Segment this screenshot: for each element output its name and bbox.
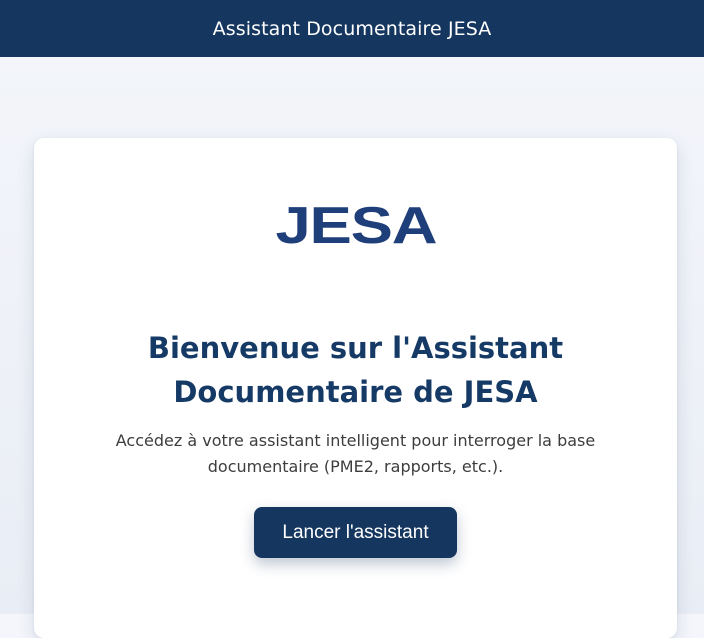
welcome-subtitle: Accédez à votre assistant intelligent po… <box>115 431 596 476</box>
top-header-bar: Assistant Documentaire JESA <box>0 0 704 57</box>
welcome-card: JESA Bienvenue sur l'Assistant Documenta… <box>34 138 677 638</box>
launch-assistant-button[interactable]: Lancer l'assistant <box>254 507 457 558</box>
app-title: Assistant Documentaire JESA <box>212 17 492 40</box>
jesa-logo-text: JESA <box>275 197 437 255</box>
welcome-headline: Bienvenue sur l'Assistant Documentaire d… <box>147 331 564 409</box>
jesa-logo: JESA <box>34 198 677 254</box>
